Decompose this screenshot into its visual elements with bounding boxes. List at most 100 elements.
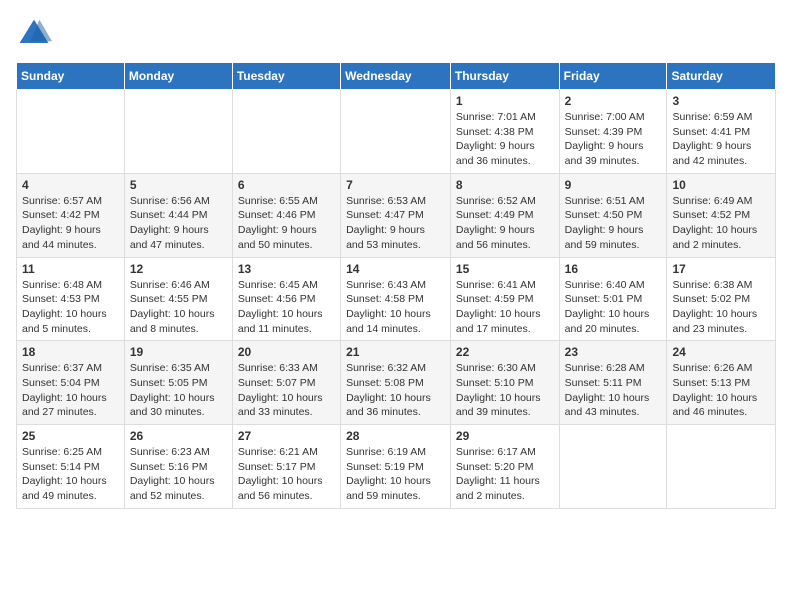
day-info: Sunrise: 6:38 AM Sunset: 5:02 PM Dayligh… [672,278,770,337]
calendar-header-wednesday: Wednesday [341,63,451,90]
calendar-cell [341,90,451,174]
day-number: 10 [672,178,770,192]
day-number: 14 [346,262,445,276]
calendar-cell: 9 Sunrise: 6:51 AM Sunset: 4:50 PM Daylig… [559,173,667,257]
day-number: 29 [456,429,554,443]
calendar-cell: 11 Sunrise: 6:48 AM Sunset: 4:53 PM Dayli… [17,257,125,341]
calendar-header-friday: Friday [559,63,667,90]
calendar-cell: 2 Sunrise: 7:00 AM Sunset: 4:39 PM Daylig… [559,90,667,174]
calendar-cell: 17 Sunrise: 6:38 AM Sunset: 5:02 PM Dayli… [667,257,776,341]
calendar-cell [232,90,340,174]
day-info: Sunrise: 6:57 AM Sunset: 4:42 PM Dayligh… [22,194,119,253]
day-number: 20 [238,345,335,359]
logo-icon [16,16,52,52]
day-info: Sunrise: 6:19 AM Sunset: 5:19 PM Dayligh… [346,445,445,504]
day-number: 12 [130,262,227,276]
calendar-cell: 6 Sunrise: 6:55 AM Sunset: 4:46 PM Daylig… [232,173,340,257]
calendar-week-row: 4 Sunrise: 6:57 AM Sunset: 4:42 PM Daylig… [17,173,776,257]
day-number: 5 [130,178,227,192]
calendar-week-row: 1 Sunrise: 7:01 AM Sunset: 4:38 PM Daylig… [17,90,776,174]
day-info: Sunrise: 6:21 AM Sunset: 5:17 PM Dayligh… [238,445,335,504]
page-header [16,16,776,52]
calendar-cell: 25 Sunrise: 6:25 AM Sunset: 5:14 PM Dayli… [17,425,125,509]
day-number: 4 [22,178,119,192]
calendar-cell: 18Sunrise: 6:37 AM Sunset: 5:04 PM Dayli… [17,341,125,425]
calendar-header-monday: Monday [124,63,232,90]
calendar-cell: 22Sunrise: 6:30 AM Sunset: 5:10 PM Dayli… [450,341,559,425]
calendar-cell: 26Sunrise: 6:23 AM Sunset: 5:16 PM Dayli… [124,425,232,509]
day-number: 21 [346,345,445,359]
calendar-cell: 16 Sunrise: 6:40 AM Sunset: 5:01 PM Dayli… [559,257,667,341]
calendar-cell: 10 Sunrise: 6:49 AM Sunset: 4:52 PM Dayli… [667,173,776,257]
calendar-week-row: 18Sunrise: 6:37 AM Sunset: 5:04 PM Dayli… [17,341,776,425]
day-number: 28 [346,429,445,443]
calendar-cell: 5 Sunrise: 6:56 AM Sunset: 4:44 PM Daylig… [124,173,232,257]
day-info: Sunrise: 6:17 AM Sunset: 5:20 PM Dayligh… [456,445,554,504]
day-info: Sunrise: 6:59 AM Sunset: 4:41 PM Dayligh… [672,110,770,169]
day-number: 2 [565,94,662,108]
calendar-cell: 1 Sunrise: 7:01 AM Sunset: 4:38 PM Daylig… [450,90,559,174]
day-number: 23 [565,345,662,359]
day-number: 25 [22,429,119,443]
calendar-cell: 15 Sunrise: 6:41 AM Sunset: 4:59 PM Dayli… [450,257,559,341]
calendar-cell: 27Sunrise: 6:21 AM Sunset: 5:17 PM Dayli… [232,425,340,509]
day-info: Sunrise: 6:28 AM Sunset: 5:11 PM Dayligh… [565,361,662,420]
calendar-cell: 20 Sunrise: 6:33 AM Sunset: 5:07 PM Dayli… [232,341,340,425]
day-number: 9 [565,178,662,192]
calendar-cell: 23 Sunrise: 6:28 AM Sunset: 5:11 PM Dayli… [559,341,667,425]
day-info: Sunrise: 7:00 AM Sunset: 4:39 PM Dayligh… [565,110,662,169]
day-info: Sunrise: 6:32 AM Sunset: 5:08 PM Dayligh… [346,361,445,420]
day-info: Sunrise: 6:40 AM Sunset: 5:01 PM Dayligh… [565,278,662,337]
day-number: 6 [238,178,335,192]
calendar-cell: 8Sunrise: 6:52 AM Sunset: 4:49 PM Daylig… [450,173,559,257]
calendar-week-row: 11 Sunrise: 6:48 AM Sunset: 4:53 PM Dayli… [17,257,776,341]
calendar-header-tuesday: Tuesday [232,63,340,90]
day-number: 19 [130,345,227,359]
day-number: 1 [456,94,554,108]
calendar-cell: 4 Sunrise: 6:57 AM Sunset: 4:42 PM Daylig… [17,173,125,257]
calendar-cell: 13 Sunrise: 6:45 AM Sunset: 4:56 PM Dayli… [232,257,340,341]
day-number: 11 [22,262,119,276]
day-number: 13 [238,262,335,276]
calendar-cell [124,90,232,174]
day-number: 3 [672,94,770,108]
day-info: Sunrise: 6:56 AM Sunset: 4:44 PM Dayligh… [130,194,227,253]
day-info: Sunrise: 6:51 AM Sunset: 4:50 PM Dayligh… [565,194,662,253]
calendar-cell: 7Sunrise: 6:53 AM Sunset: 4:47 PM Daylig… [341,173,451,257]
calendar-header-saturday: Saturday [667,63,776,90]
calendar-cell: 21 Sunrise: 6:32 AM Sunset: 5:08 PM Dayli… [341,341,451,425]
day-number: 15 [456,262,554,276]
day-info: Sunrise: 6:43 AM Sunset: 4:58 PM Dayligh… [346,278,445,337]
day-info: Sunrise: 6:41 AM Sunset: 4:59 PM Dayligh… [456,278,554,337]
day-number: 16 [565,262,662,276]
day-info: Sunrise: 6:35 AM Sunset: 5:05 PM Dayligh… [130,361,227,420]
day-info: Sunrise: 6:46 AM Sunset: 4:55 PM Dayligh… [130,278,227,337]
day-info: Sunrise: 6:55 AM Sunset: 4:46 PM Dayligh… [238,194,335,253]
day-info: Sunrise: 6:26 AM Sunset: 5:13 PM Dayligh… [672,361,770,420]
day-info: Sunrise: 6:53 AM Sunset: 4:47 PM Dayligh… [346,194,445,253]
day-info: Sunrise: 6:23 AM Sunset: 5:16 PM Dayligh… [130,445,227,504]
day-number: 18 [22,345,119,359]
calendar-cell [667,425,776,509]
day-info: Sunrise: 7:01 AM Sunset: 4:38 PM Dayligh… [456,110,554,169]
calendar-week-row: 25 Sunrise: 6:25 AM Sunset: 5:14 PM Dayli… [17,425,776,509]
calendar-cell: 14 Sunrise: 6:43 AM Sunset: 4:58 PM Dayli… [341,257,451,341]
day-info: Sunrise: 6:49 AM Sunset: 4:52 PM Dayligh… [672,194,770,253]
calendar-cell: 24 Sunrise: 6:26 AM Sunset: 5:13 PM Dayli… [667,341,776,425]
day-info: Sunrise: 6:25 AM Sunset: 5:14 PM Dayligh… [22,445,119,504]
calendar-table: SundayMondayTuesdayWednesdayThursdayFrid… [16,62,776,509]
day-info: Sunrise: 6:52 AM Sunset: 4:49 PM Dayligh… [456,194,554,253]
day-number: 24 [672,345,770,359]
calendar-cell: 19 Sunrise: 6:35 AM Sunset: 5:05 PM Dayli… [124,341,232,425]
calendar-cell: 3 Sunrise: 6:59 AM Sunset: 4:41 PM Daylig… [667,90,776,174]
calendar-header-row: SundayMondayTuesdayWednesdayThursdayFrid… [17,63,776,90]
day-number: 17 [672,262,770,276]
day-info: Sunrise: 6:48 AM Sunset: 4:53 PM Dayligh… [22,278,119,337]
calendar-cell: 29 Sunrise: 6:17 AM Sunset: 5:20 PM Dayli… [450,425,559,509]
day-info: Sunrise: 6:33 AM Sunset: 5:07 PM Dayligh… [238,361,335,420]
calendar-cell: 12 Sunrise: 6:46 AM Sunset: 4:55 PM Dayli… [124,257,232,341]
calendar-cell [17,90,125,174]
day-info: Sunrise: 6:45 AM Sunset: 4:56 PM Dayligh… [238,278,335,337]
day-info: Sunrise: 6:30 AM Sunset: 5:10 PM Dayligh… [456,361,554,420]
calendar-cell [559,425,667,509]
